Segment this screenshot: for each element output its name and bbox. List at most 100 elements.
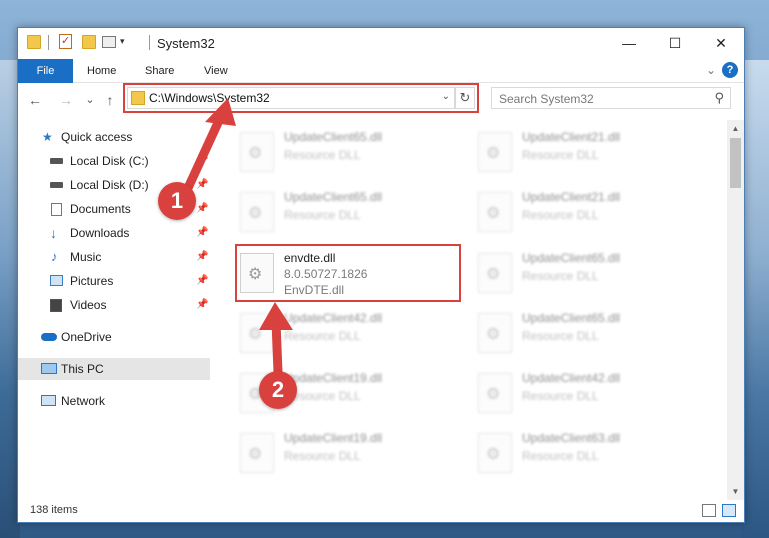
scroll-down-icon[interactable]: ▼ (727, 483, 744, 500)
list-item[interactable]: UpdateClient65.dll Resource DLL (476, 245, 706, 301)
drive-icon (50, 182, 63, 188)
list-item[interactable]: UpdateClient42.dll Resource DLL (476, 365, 706, 421)
dll-file-icon (240, 433, 274, 473)
drive-icon (50, 158, 63, 164)
sidebar-item-quick-access[interactable]: ★ Quick access (18, 126, 210, 148)
sidebar-item-label: Local Disk (C:) (70, 154, 149, 168)
file-name: UpdateClient42.dll (284, 311, 383, 325)
file-explorer-window: ▾ System32 — ☐ ✕ File Home Share View ⌄ … (17, 27, 745, 523)
file-list: UpdateClient65.dll Resource DLL UpdateCl… (218, 120, 726, 500)
toolbar-separator (149, 35, 150, 50)
search-input[interactable]: Search System32 (499, 92, 594, 106)
vertical-scrollbar[interactable]: ▲ ▼ (727, 120, 744, 500)
pin-icon[interactable]: 📌 (196, 294, 208, 316)
sidebar-item-videos[interactable]: Videos 📌 (18, 294, 210, 316)
pin-icon[interactable]: 📌 (196, 270, 208, 292)
file-name: UpdateClient63.dll (522, 431, 621, 445)
list-item[interactable]: UpdateClient63.dll Resource DLL (476, 425, 706, 481)
sidebar-item-this-pc[interactable]: This PC (18, 358, 210, 380)
list-item[interactable]: UpdateClient65.dll Resource DLL (476, 305, 706, 361)
sidebar-item-pictures[interactable]: Pictures 📌 (18, 270, 210, 292)
scroll-up-icon[interactable]: ▲ (727, 120, 744, 137)
maximize-button[interactable]: ☐ (652, 28, 698, 58)
pin-icon[interactable]: 📌 (196, 174, 208, 196)
search-icon[interactable]: ⚲ (714, 90, 724, 106)
pin-icon[interactable]: 📌 (196, 246, 208, 268)
file-name: UpdateClient65.dll (284, 130, 383, 144)
sidebar-item-label: This PC (61, 362, 104, 376)
address-highlight-box (123, 83, 479, 113)
recent-locations-button[interactable]: ⌄ (80, 90, 100, 110)
sidebar-item-onedrive[interactable]: OneDrive (18, 326, 210, 348)
customize-toolbar-icon[interactable] (102, 36, 116, 48)
dll-file-icon (478, 132, 512, 172)
file-type: Resource DLL (284, 208, 361, 222)
tiles-view-icon[interactable] (722, 504, 736, 517)
sidebar-item-label: Downloads (70, 226, 130, 240)
pin-icon[interactable]: 📌 (196, 198, 208, 220)
dll-file-icon (478, 433, 512, 473)
scrollbar-thumb[interactable] (730, 138, 741, 188)
callout-step-2: 2 (259, 371, 297, 409)
file-type: Resource DLL (522, 208, 599, 222)
file-type: Resource DLL (522, 449, 599, 463)
file-type: Resource DLL (284, 329, 361, 343)
dll-file-icon (240, 132, 274, 172)
details-view-icon[interactable] (702, 504, 716, 517)
file-name: UpdateClient65.dll (522, 251, 621, 265)
list-item[interactable]: UpdateClient19.dll Resource DLL (238, 425, 468, 481)
cloud-icon (41, 333, 57, 341)
sidebar-item-music[interactable]: ♪ Music 📌 (18, 246, 210, 268)
tab-share[interactable]: Share (145, 59, 174, 83)
properties-check-icon[interactable] (59, 34, 72, 49)
search-box[interactable]: Search System32 ⚲ (491, 87, 731, 109)
tab-view[interactable]: View (204, 59, 228, 83)
list-item[interactable]: UpdateClient21.dll Resource DLL (476, 124, 706, 180)
pictures-icon (50, 275, 63, 286)
file-name: UpdateClient21.dll (522, 130, 621, 144)
help-icon[interactable]: ? (722, 62, 738, 78)
videos-icon (50, 299, 62, 312)
list-item[interactable]: UpdateClient65.dll Resource DLL (238, 124, 468, 180)
pin-icon[interactable]: 📌 (196, 150, 208, 172)
expand-ribbon-icon[interactable]: ⌄ (706, 63, 716, 77)
file-type: Resource DLL (284, 449, 361, 463)
close-button[interactable]: ✕ (698, 28, 744, 58)
download-icon: ↓ (50, 225, 57, 241)
navigation-bar: ← → ⌄ ↑ C:\Windows\System32 ⌄ ↻ Search S… (18, 83, 744, 117)
tab-file[interactable]: File (18, 59, 73, 83)
up-button[interactable]: ↑ (100, 90, 120, 110)
back-button[interactable]: ← (25, 90, 45, 110)
list-item[interactable]: UpdateClient42.dll Resource DLL (238, 305, 468, 361)
list-item[interactable]: UpdateClient65.dll Resource DLL (238, 184, 468, 240)
sidebar-item-label: Local Disk (D:) (70, 178, 149, 192)
star-icon: ★ (42, 130, 53, 144)
file-name: UpdateClient21.dll (522, 190, 621, 204)
status-bar: 138 items (18, 500, 744, 522)
forward-button[interactable]: → (56, 90, 76, 110)
file-name: UpdateClient19.dll (284, 371, 383, 385)
callout-step-1: 1 (158, 182, 196, 220)
navigation-pane: ★ Quick access Local Disk (C:) 📌 Local D… (18, 120, 210, 500)
minimize-button[interactable]: — (606, 28, 652, 58)
toolbar-separator (48, 35, 49, 50)
sidebar-item-label: Music (70, 250, 102, 264)
sidebar-item-label: Quick access (61, 130, 133, 144)
sidebar-item-label: Documents (70, 202, 131, 216)
dll-file-icon (240, 192, 274, 232)
sidebar-item-label: OneDrive (61, 330, 112, 344)
toolbar-dropdown-icon[interactable]: ▾ (120, 36, 125, 47)
network-icon (41, 395, 56, 406)
pin-icon[interactable]: 📌 (196, 222, 208, 244)
file-name: UpdateClient19.dll (284, 431, 383, 445)
file-type: Resource DLL (284, 148, 361, 162)
tab-home[interactable]: Home (87, 59, 116, 83)
sidebar-item-downloads[interactable]: ↓ Downloads 📌 (18, 222, 210, 244)
sidebar-item-network[interactable]: Network (18, 390, 210, 412)
computer-icon (41, 363, 57, 374)
sidebar-item-local-disk-c[interactable]: Local Disk (C:) 📌 (18, 150, 210, 172)
list-item[interactable]: UpdateClient21.dll Resource DLL (476, 184, 706, 240)
dll-file-icon (478, 373, 512, 413)
sidebar-item-label: Videos (70, 298, 107, 312)
new-folder-icon[interactable] (82, 35, 96, 49)
